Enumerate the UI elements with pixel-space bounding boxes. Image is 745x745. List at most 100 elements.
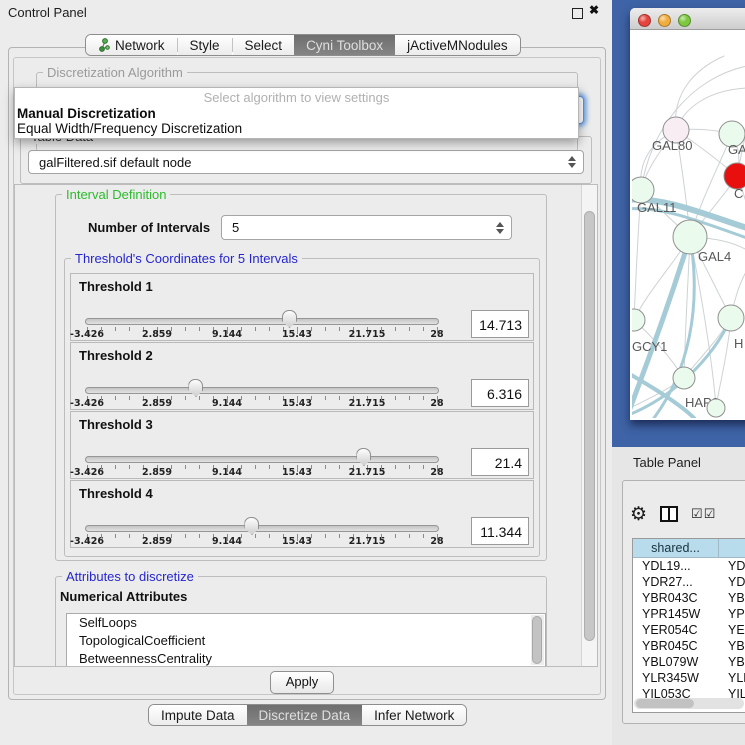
apply-button[interactable]: Apply [270, 671, 334, 694]
numerical-attributes-list[interactable]: SelfLoopsTopologicalCoefficientBetweenne… [66, 613, 546, 667]
table-cell[interactable]: YDL19... [633, 558, 719, 574]
float-panel-icon[interactable] [572, 8, 583, 19]
tab-discretize-data[interactable]: Discretize Data [247, 705, 363, 725]
tab-infer-network[interactable]: Infer Network [362, 705, 466, 725]
table-hscrollbar-thumb[interactable] [636, 699, 694, 708]
threshold-label: Threshold 1 [79, 279, 153, 294]
thresholds-group: Threshold's Coordinates for 5 Intervals … [64, 258, 540, 557]
table-cell[interactable]: YBR043C [719, 590, 745, 606]
threshold-value-field[interactable]: 11.344 [471, 517, 529, 545]
slider-thumb[interactable] [356, 448, 371, 466]
interval-definition-group: Interval Definition Number of Intervals … [55, 194, 547, 561]
screen: { "control_panel": { "title": "Control P… [0, 0, 745, 745]
slider-tick-label: -3.426 [70, 329, 104, 340]
slider-tick [241, 465, 242, 469]
window-minimize-icon[interactable] [658, 14, 671, 27]
checkbox-columns-icon[interactable]: ☑☑ [691, 506, 716, 522]
close-panel-icon[interactable]: ✖ [589, 3, 599, 17]
table-cell[interactable]: YDR27... [633, 574, 719, 590]
slider-tick-label: 28 [430, 329, 443, 340]
table-cell[interactable]: YLR345W [719, 670, 745, 686]
table-cell[interactable]: YER054C [719, 622, 745, 638]
table-cell[interactable]: YER054C [633, 622, 719, 638]
slider-tick-label: 9.144 [212, 398, 242, 409]
list-scrollbar[interactable] [531, 615, 544, 665]
slider-track[interactable] [85, 525, 439, 532]
window-close-icon[interactable] [638, 14, 651, 27]
settings-scrollbar-thumb[interactable] [584, 211, 595, 641]
table-cell[interactable]: YDL19... [719, 558, 745, 574]
tab-network[interactable]: Network [86, 35, 177, 55]
tab-label: Style [190, 38, 220, 53]
table-cell[interactable]: YBR043C [633, 590, 719, 606]
slider-track[interactable] [85, 387, 439, 394]
table-row[interactable]: YLR345WYLR345W [633, 670, 745, 686]
slider-tick [241, 396, 242, 400]
threshold-value-field[interactable]: 6.316 [471, 379, 529, 407]
slider-tick-label: 9.144 [212, 467, 242, 478]
table-hscrollbar[interactable] [634, 698, 744, 709]
tab-impute-data[interactable]: Impute Data [149, 705, 247, 725]
table-cell[interactable]: YPR145W [719, 606, 745, 622]
algorithm-option[interactable]: Manual Discretization [15, 106, 578, 121]
tab-jactivemnodules[interactable]: jActiveMNodules [395, 35, 520, 55]
attribute-item[interactable]: TopologicalCoefficient [67, 632, 545, 650]
tab-label: Cyni Toolbox [306, 38, 383, 53]
slider-tick-label: 2.859 [142, 536, 172, 547]
slider-thumb[interactable] [188, 379, 203, 397]
table-cell[interactable]: YBL079W [633, 654, 719, 670]
attribute-item[interactable]: BetweennessCentrality [67, 650, 545, 667]
slider-thumb[interactable] [282, 310, 297, 328]
network-node-label: GAL4 [698, 249, 731, 264]
window-zoom-icon[interactable] [678, 14, 691, 27]
table-cell[interactable]: YPR145W [633, 606, 719, 622]
slider-track[interactable] [85, 456, 439, 463]
table-cell[interactable]: YBL079W [719, 654, 745, 670]
table-data-combobox[interactable]: galFiltered.sif default node [28, 150, 584, 174]
slider-tick [129, 465, 130, 469]
slider-tick [339, 396, 340, 400]
table-row[interactable]: YBR043CYBR043C [633, 590, 745, 606]
number-of-intervals-value: 5 [232, 220, 239, 235]
slider-tick-label: 2.859 [142, 329, 172, 340]
table-row[interactable]: YDL19...YDL19... [633, 558, 745, 574]
table-cell[interactable]: YBR045C [633, 638, 719, 654]
slider-thumb[interactable] [244, 517, 259, 535]
network-node-hap2[interactable] [673, 367, 695, 389]
table-row[interactable]: YBL079WYBL079W [633, 654, 745, 670]
network-node-gcy1[interactable] [632, 309, 645, 331]
network-window-titlebar[interactable] [630, 8, 745, 30]
threshold-value-field[interactable]: 14.713 [471, 310, 529, 338]
algorithm-option[interactable]: Equal Width/Frequency Discretization [15, 121, 578, 136]
settings-scrollbar[interactable] [581, 185, 597, 666]
table-row[interactable]: YPR145WYPR145W [633, 606, 745, 622]
tab-cyni-toolbox[interactable]: Cyni Toolbox [294, 35, 395, 55]
attribute-item[interactable]: SelfLoops [67, 614, 545, 632]
slider-tick [115, 534, 116, 538]
algorithm-hint-option[interactable]: Select algorithm to view settings [15, 88, 578, 106]
threshold-value-field[interactable]: 21.4 [471, 448, 529, 476]
slider-tick [339, 534, 340, 538]
network-node[interactable] [707, 399, 725, 417]
table-cell[interactable]: YLR345W [633, 670, 719, 686]
column-header-shared-name[interactable]: shared... [633, 539, 719, 557]
slider-tick [255, 396, 256, 400]
slider-tick-label: 28 [430, 398, 443, 409]
table-cell[interactable]: YDR27... [719, 574, 745, 590]
number-of-intervals-combobox[interactable]: 5 [221, 215, 512, 240]
table-row[interactable]: YDR27...YDR27... [633, 574, 745, 590]
table-row[interactable]: YBR045CYBR045C [633, 638, 745, 654]
slider-track[interactable] [85, 318, 439, 325]
table-row[interactable]: YER054CYER054C [633, 622, 745, 638]
table-cell[interactable]: YBR045C [719, 638, 745, 654]
network-view[interactable]: GAL80GACGAL11GAL4GCY1HHAP2 [632, 30, 745, 418]
network-node-h[interactable] [718, 305, 744, 331]
column-header-name[interactable]: name [719, 539, 745, 557]
tab-select[interactable]: Select [233, 35, 295, 55]
slider-tick [423, 534, 424, 538]
gear-icon[interactable]: ⚙ [630, 505, 647, 524]
algorithm-dropdown-popup: Select algorithm to view settings Manual… [14, 87, 579, 139]
tab-style[interactable]: Style [178, 35, 232, 55]
split-view-icon[interactable] [660, 506, 678, 522]
slider-tick [339, 465, 340, 469]
